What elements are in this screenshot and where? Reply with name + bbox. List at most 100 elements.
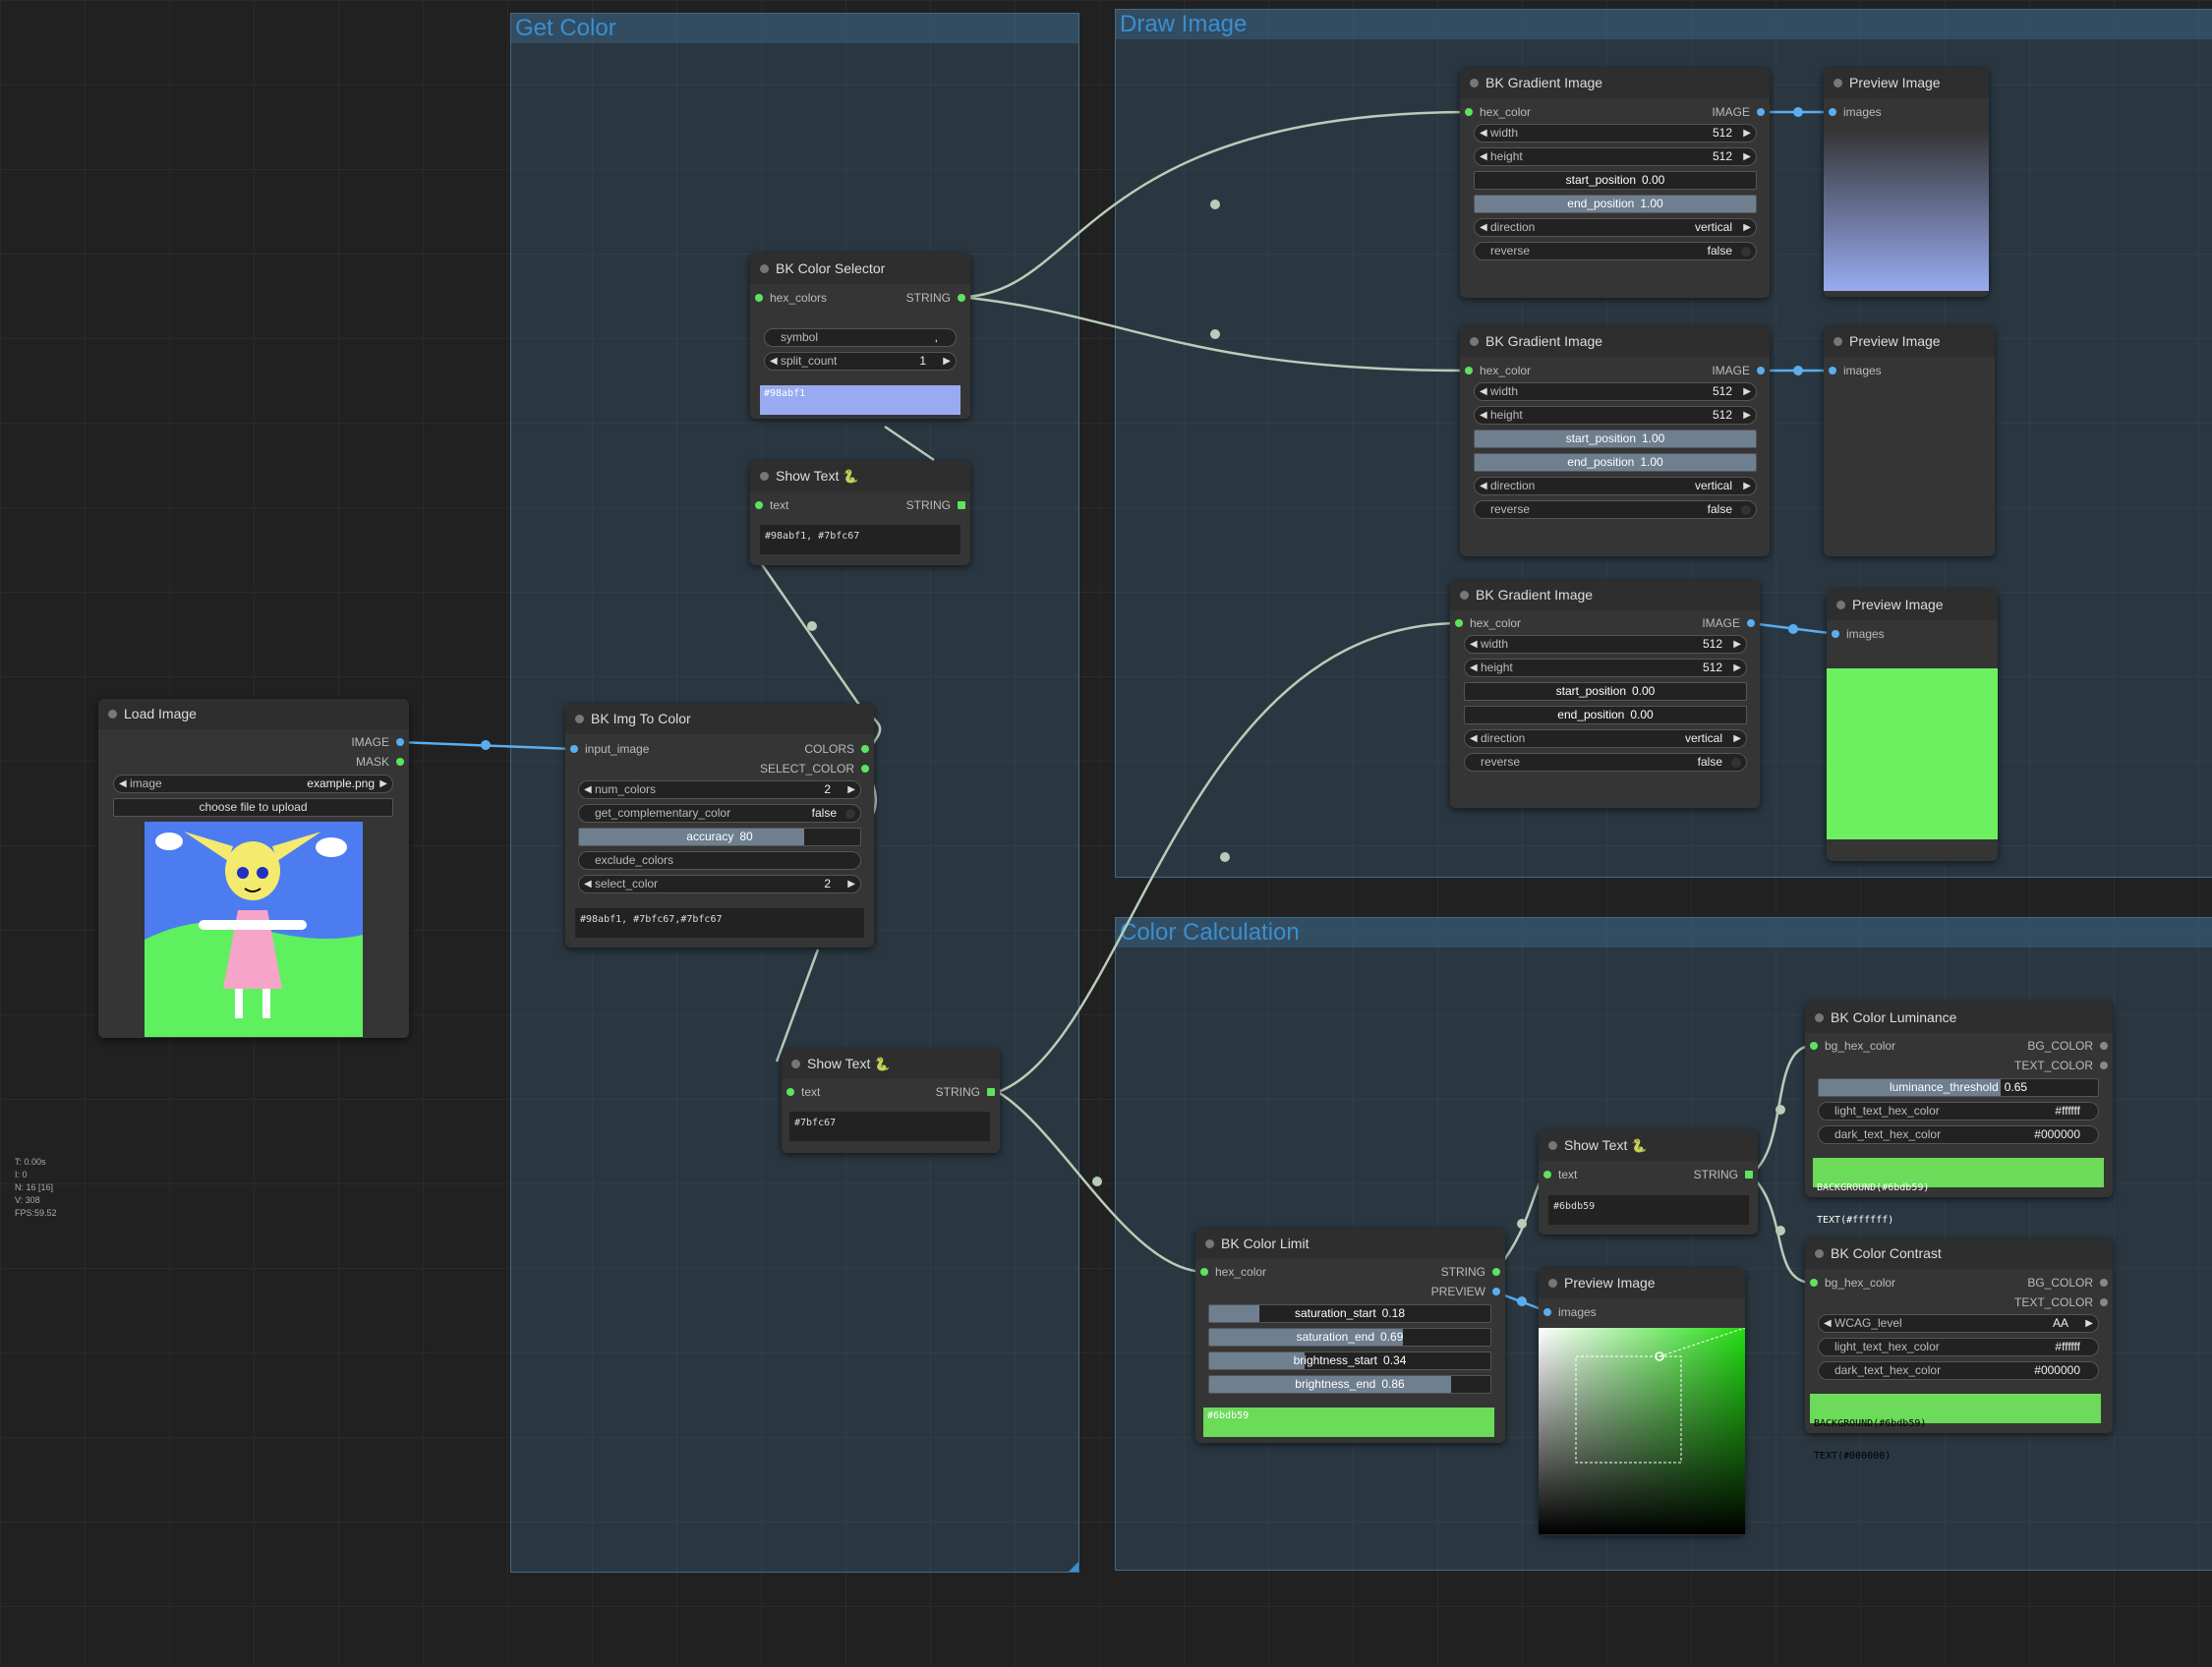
node-title[interactable]: Load Image <box>98 699 409 729</box>
height-stepper[interactable]: ◀ height 512 ▶ <box>1474 406 1757 425</box>
split-count-stepper[interactable]: ◀ split_count 1 ▶ <box>764 352 957 371</box>
node-title[interactable]: BK Color Luminance <box>1805 1003 2113 1033</box>
node-title[interactable]: Show Text 🐍 <box>1539 1130 1758 1161</box>
arrow-right-icon[interactable]: ▶ <box>1733 660 1741 676</box>
arrow-right-icon[interactable]: ▶ <box>1743 148 1751 165</box>
input-image[interactable]: input_image <box>570 742 649 756</box>
input-slot-icon[interactable] <box>1543 1308 1551 1316</box>
output-slot-icon[interactable] <box>861 745 869 753</box>
node-title[interactable]: Preview Image <box>1824 68 1989 98</box>
input-hex-color[interactable]: hex_color <box>1200 1265 1266 1279</box>
list-output-slot-icon[interactable] <box>987 1088 995 1096</box>
output-slot-icon[interactable] <box>1757 367 1765 374</box>
arrow-left-icon[interactable]: ◀ <box>1480 219 1487 236</box>
output-text-color[interactable]: TEXT_COLOR <box>2014 1295 2108 1309</box>
collapse-dot-icon[interactable] <box>1836 601 1845 609</box>
input-slot-icon[interactable] <box>1829 108 1836 116</box>
arrow-left-icon[interactable]: ◀ <box>584 781 592 798</box>
output-bg-color[interactable]: BG_COLOR <box>2027 1039 2108 1053</box>
node-preview-image-3[interactable]: Preview Image images <box>1827 590 1998 861</box>
output-text-color[interactable]: TEXT_COLOR <box>2014 1059 2108 1072</box>
output-string[interactable]: STRING <box>906 498 965 512</box>
collapse-dot-icon[interactable] <box>1470 337 1479 346</box>
node-color-selector[interactable]: BK Color Selector hex_colors STRING symb… <box>750 254 970 419</box>
output-slot-icon[interactable] <box>958 294 965 302</box>
arrow-left-icon[interactable]: ◀ <box>1470 636 1478 653</box>
output-string[interactable]: STRING <box>1441 1265 1500 1279</box>
node-title[interactable]: Show Text 🐍 <box>782 1049 1000 1079</box>
upload-button[interactable]: choose file to upload <box>113 798 393 817</box>
node-color-luminance[interactable]: BK Color Luminance bg_hex_color BG_COLOR… <box>1805 1003 2113 1226</box>
input-slot-icon[interactable] <box>1543 1171 1551 1178</box>
arrow-right-icon[interactable]: ▶ <box>2085 1315 2093 1332</box>
output-slot-icon[interactable] <box>1747 619 1755 627</box>
dark-text-hex-field[interactable]: dark_text_hex_color #000000 <box>1818 1125 2099 1144</box>
node-title[interactable]: BK Gradient Image <box>1460 326 1770 357</box>
list-output-slot-icon[interactable] <box>958 501 965 509</box>
output-slot-icon[interactable] <box>861 765 869 773</box>
arrow-right-icon[interactable]: ▶ <box>943 353 951 370</box>
end-position-slider[interactable]: end_position 1.00 <box>1474 195 1757 213</box>
light-text-hex-field[interactable]: light_text_hex_color #ffffff <box>1818 1102 2099 1121</box>
output-image[interactable]: IMAGE <box>351 735 404 749</box>
brightness-start-slider[interactable]: brightness_start 0.34 <box>1208 1351 1491 1370</box>
collapse-dot-icon[interactable] <box>760 472 769 481</box>
text-display[interactable]: #98abf1, #7bfc67 <box>760 525 960 554</box>
node-show-text-3[interactable]: Show Text 🐍 text STRING #6bdb59 <box>1539 1130 1758 1235</box>
output-string[interactable]: STRING <box>1694 1168 1753 1181</box>
node-title[interactable]: Preview Image <box>1824 326 1995 357</box>
node-preview-image-1[interactable]: Preview Image images <box>1824 68 1989 297</box>
input-hex-color[interactable]: hex_color <box>1465 105 1531 119</box>
node-title[interactable]: Preview Image <box>1539 1268 1745 1298</box>
node-show-text-1[interactable]: Show Text 🐍 text STRING #98abf1, #7bfc67 <box>750 461 970 565</box>
colors-output-text[interactable]: #98abf1, #7bfc67,#7bfc67 <box>575 908 864 938</box>
brightness-end-slider[interactable]: brightness_end 0.86 <box>1208 1375 1491 1394</box>
arrow-right-icon[interactable]: ▶ <box>1733 730 1741 747</box>
output-slot-icon[interactable] <box>2100 1062 2108 1069</box>
end-position-slider[interactable]: end_position 0.00 <box>1464 706 1747 724</box>
arrow-left-icon[interactable]: ◀ <box>1480 125 1487 142</box>
input-text[interactable]: text <box>1543 1168 1577 1181</box>
exclude-colors-field[interactable]: exclude_colors <box>578 851 861 870</box>
output-slot-icon[interactable] <box>2100 1042 2108 1050</box>
arrow-left-icon[interactable]: ◀ <box>584 876 592 892</box>
input-slot-icon[interactable] <box>1810 1042 1818 1050</box>
node-title[interactable]: Preview Image <box>1827 590 1998 620</box>
node-img-to-color[interactable]: BK Img To Color input_image COLORS SELEC… <box>565 704 874 948</box>
node-title[interactable]: BK Color Contrast <box>1805 1238 2113 1269</box>
input-text[interactable]: text <box>755 498 788 512</box>
collapse-dot-icon[interactable] <box>1815 1249 1824 1258</box>
text-display[interactable]: #6bdb59 <box>1548 1195 1749 1225</box>
collapse-dot-icon[interactable] <box>760 264 769 273</box>
arrow-right-icon[interactable]: ▶ <box>1743 125 1751 142</box>
arrow-left-icon[interactable]: ◀ <box>119 776 127 792</box>
select-color-stepper[interactable]: ◀ select_color 2 ▶ <box>578 875 861 893</box>
output-image[interactable]: IMAGE <box>1712 364 1765 377</box>
image-combo[interactable]: ◀ image example.png ▶ <box>113 775 393 793</box>
input-images[interactable]: images <box>1829 105 1882 119</box>
collapse-dot-icon[interactable] <box>1460 591 1469 600</box>
output-slot-icon[interactable] <box>2100 1279 2108 1287</box>
output-string[interactable]: STRING <box>936 1085 995 1099</box>
output-preview[interactable]: PREVIEW <box>1431 1285 1500 1298</box>
input-images[interactable]: images <box>1543 1305 1597 1319</box>
width-stepper[interactable]: ◀ width 512 ▶ <box>1474 124 1757 143</box>
arrow-right-icon[interactable]: ▶ <box>847 876 855 892</box>
collapse-dot-icon[interactable] <box>1548 1141 1557 1150</box>
input-slot-icon[interactable] <box>755 501 763 509</box>
output-string[interactable]: STRING <box>906 291 965 305</box>
output-slot-icon[interactable] <box>1757 108 1765 116</box>
reverse-toggle[interactable]: reverse false <box>1474 500 1757 519</box>
node-title[interactable]: BK Color Selector <box>750 254 970 284</box>
luminance-threshold-slider[interactable]: luminance_threshold 0.65 <box>1818 1078 2099 1097</box>
width-stepper[interactable]: ◀ width 512 ▶ <box>1464 635 1747 654</box>
wcag-level-combo[interactable]: ◀ WCAG_level AA ▶ <box>1818 1314 2099 1333</box>
reverse-toggle[interactable]: reverse false <box>1464 753 1747 772</box>
arrow-left-icon[interactable]: ◀ <box>1470 730 1478 747</box>
input-slot-icon[interactable] <box>1832 630 1839 638</box>
input-slot-icon[interactable] <box>570 745 578 753</box>
input-bg-hex-color[interactable]: bg_hex_color <box>1810 1039 1895 1053</box>
input-slot-icon[interactable] <box>1465 108 1473 116</box>
output-slot-icon[interactable] <box>396 758 404 766</box>
arrow-right-icon[interactable]: ▶ <box>1743 478 1751 494</box>
